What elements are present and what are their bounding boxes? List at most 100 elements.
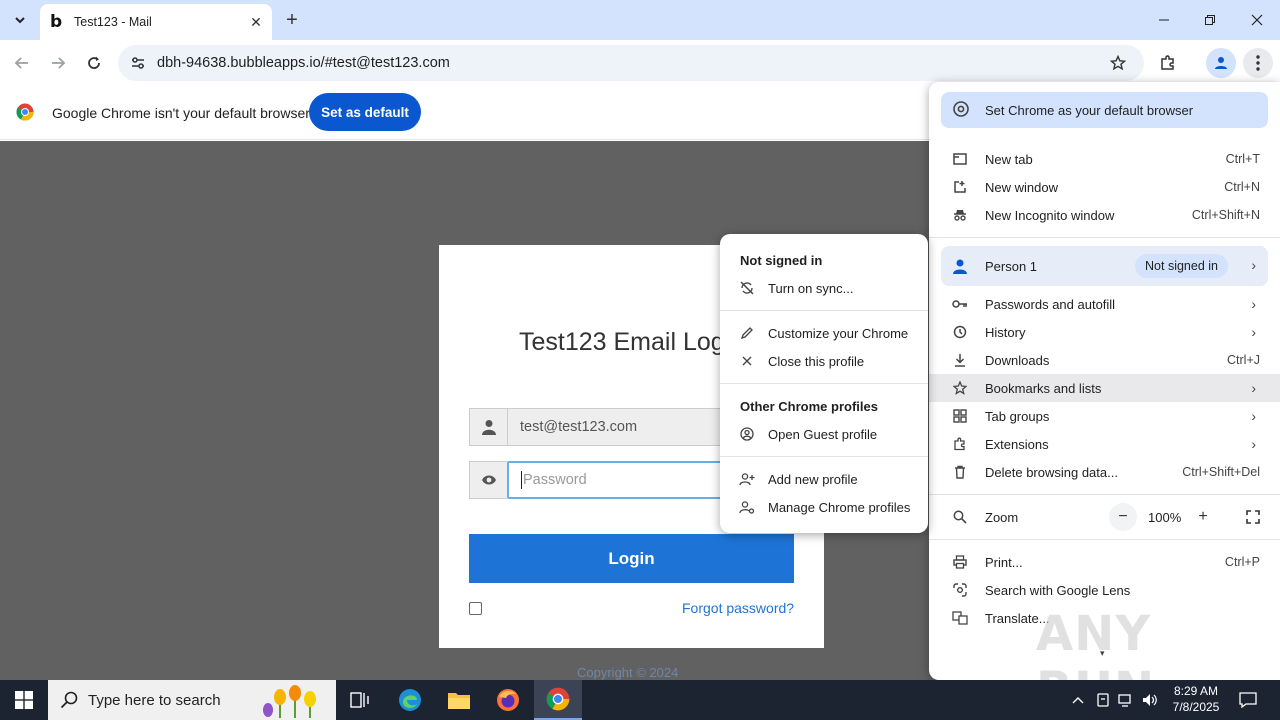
set-as-default-button[interactable]: Set as default (309, 93, 421, 131)
task-view-button[interactable] (336, 680, 384, 720)
menu-label: Search with Google Lens (985, 582, 1131, 598)
search-icon (60, 691, 78, 712)
tray-overflow-icon[interactable] (1068, 690, 1088, 710)
minimize-icon (1159, 19, 1169, 21)
password-placeholder: Password (523, 472, 587, 488)
menu-label: Bookmarks and lists (985, 380, 1102, 396)
menu-new-window[interactable]: New window Ctrl+N (929, 173, 1280, 201)
menu-person-item[interactable]: Person 1 Not signed in › (941, 246, 1268, 286)
lens-icon (951, 581, 969, 599)
url-host: dbh-94638.bubbleapps.io (157, 55, 321, 71)
star-icon (1110, 55, 1126, 71)
incognito-icon (951, 206, 969, 224)
set-chrome-default-label: Set Chrome as your default browser (985, 102, 1194, 118)
tab-search-button[interactable] (6, 6, 34, 34)
manage-profiles-item[interactable]: Manage Chrome profiles (720, 493, 928, 521)
menu-label: Tab groups (985, 408, 1050, 424)
chevron-right-icon: › (1251, 436, 1256, 452)
manage-profiles-icon (739, 499, 755, 515)
menu-label: New Incognito window (985, 207, 1115, 223)
edge-taskbar-button[interactable] (386, 680, 434, 720)
chrome-menu-button[interactable] (1243, 48, 1273, 78)
menu-passwords[interactable]: Passwords and autofill › (929, 290, 1280, 318)
menu-print[interactable]: Print... Ctrl+P (929, 548, 1280, 576)
restore-button[interactable] (1187, 0, 1233, 40)
extensions-button[interactable] (1153, 48, 1183, 78)
menu-shortcut: Ctrl+J (1227, 353, 1260, 367)
new-tab-icon (951, 150, 969, 168)
menu-delete-browsing-data[interactable]: Delete browsing data... Ctrl+Shift+Del (929, 458, 1280, 486)
forward-button[interactable] (43, 48, 73, 78)
turn-on-sync-item[interactable]: Turn on sync... (720, 274, 928, 302)
login-button[interactable]: Login (469, 534, 794, 583)
start-button[interactable] (0, 680, 48, 720)
user-icon (481, 420, 496, 435)
network-icon[interactable] (1116, 690, 1136, 710)
file-explorer-taskbar-button[interactable] (435, 680, 483, 720)
not-signed-in-badge: Not signed in (1135, 254, 1228, 278)
menu-history[interactable]: History › (929, 318, 1280, 346)
menu-google-lens[interactable]: Search with Google Lens (929, 576, 1280, 604)
new-tab-button[interactable]: + (280, 8, 304, 32)
url-text[interactable]: dbh-94638.bubbleapps.io/#test@test123.co… (157, 55, 450, 71)
chrome-taskbar-button[interactable] (534, 680, 582, 720)
task-view-icon (350, 692, 369, 708)
menu-tab-groups[interactable]: Tab groups › (929, 402, 1280, 430)
menu-label: Extensions (985, 436, 1049, 452)
other-profiles-heading: Other Chrome profiles (740, 399, 878, 414)
password-addon[interactable] (469, 461, 507, 499)
menu-shortcut: Ctrl+P (1224, 555, 1260, 569)
menu-new-tab[interactable]: New tab Ctrl+T (929, 145, 1280, 173)
zoom-out-button[interactable]: − (1109, 503, 1137, 531)
menu-zoom: Zoom (929, 503, 1280, 531)
taskbar-clock[interactable]: 8:29 AM 7/8/2025 (1160, 683, 1232, 715)
translate-icon (951, 609, 969, 627)
print-icon (951, 553, 969, 571)
close-profile-item[interactable]: Close this profile (720, 347, 928, 375)
zoom-in-button[interactable]: + (1189, 503, 1217, 531)
bookmark-star-button[interactable] (1103, 48, 1133, 78)
zoom-value: 100% (1148, 510, 1182, 525)
chevron-right-icon: › (1251, 257, 1256, 273)
add-new-profile-item[interactable]: Add new profile (720, 465, 928, 493)
menu-bookmarks[interactable]: Bookmarks and lists › (929, 374, 1280, 402)
close-window-button[interactable] (1234, 0, 1280, 40)
browser-tab[interactable]: b Test123 - Mail ✕ (40, 4, 272, 40)
firefox-taskbar-button[interactable] (484, 680, 532, 720)
site-info-button[interactable] (124, 49, 152, 77)
fullscreen-button[interactable] (1239, 503, 1267, 531)
minimize-button[interactable] (1141, 0, 1187, 40)
notifications-icon[interactable] (1238, 690, 1258, 710)
clock-time: 8:29 AM (1173, 684, 1219, 698)
reload-button[interactable] (79, 48, 109, 78)
profile-button[interactable] (1206, 48, 1236, 78)
customize-label: Customize your Chrome (768, 325, 909, 341)
forgot-password-link[interactable]: Forgot password? (682, 600, 794, 616)
bubble-favicon-icon: b (50, 12, 63, 32)
open-guest-profile-item[interactable]: Open Guest profile (720, 420, 928, 448)
tab-groups-icon (951, 407, 969, 425)
trash-icon (951, 463, 969, 481)
infobar-message: Google Chrome isn't your default browser (52, 105, 310, 121)
firefox-icon (497, 689, 519, 711)
folder-icon (448, 693, 470, 709)
chevron-right-icon: › (1251, 380, 1256, 396)
tab-close-icon[interactable]: ✕ (246, 12, 266, 32)
copyright-text: Copyright © 2024 (577, 665, 679, 680)
submenu-divider (720, 310, 928, 311)
menu-shortcut: Ctrl+T (1225, 152, 1260, 166)
close-icon (1251, 14, 1263, 26)
set-chrome-default-item[interactable]: Set Chrome as your default browser (941, 92, 1268, 128)
tulip-flowers-icon (260, 682, 330, 720)
menu-shortcut: Ctrl+Shift+Del (1182, 465, 1260, 479)
volume-icon[interactable] (1140, 690, 1160, 710)
menu-extensions[interactable]: Extensions › (929, 430, 1280, 458)
back-button[interactable] (7, 48, 37, 78)
menu-new-incognito[interactable]: New Incognito window Ctrl+Shift+N (929, 201, 1280, 229)
person-icon (951, 257, 969, 278)
customize-chrome-item[interactable]: Customize your Chrome (720, 319, 928, 347)
device-tray-icon[interactable] (1093, 690, 1113, 710)
menu-downloads[interactable]: Downloads Ctrl+J (929, 346, 1280, 374)
remember-checkbox[interactable] (469, 602, 482, 615)
tune-icon (132, 57, 144, 69)
